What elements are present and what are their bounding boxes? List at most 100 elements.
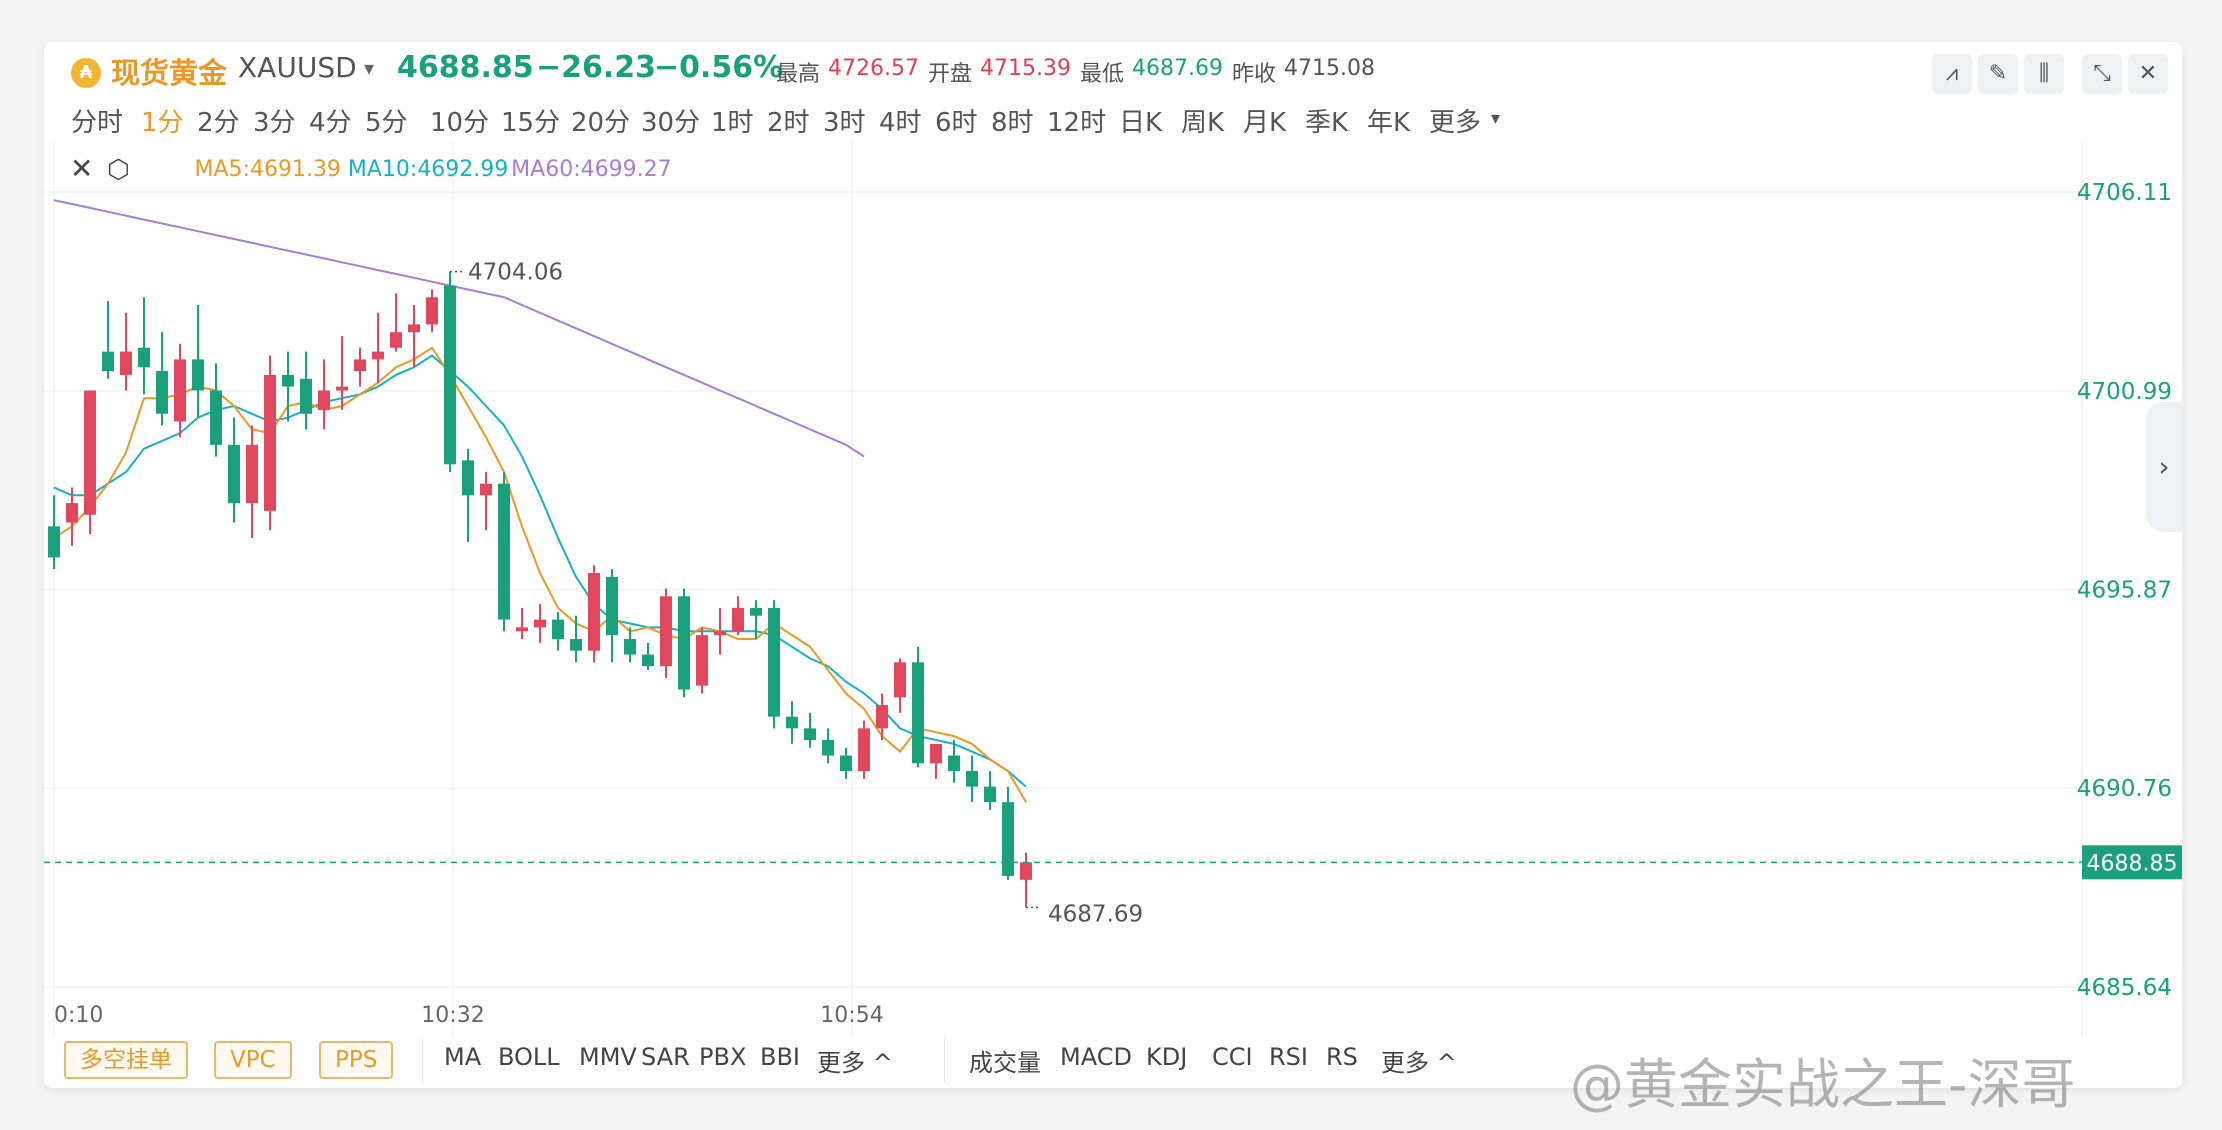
candle-body[interactable] xyxy=(912,662,924,764)
candle-body[interactable] xyxy=(534,619,546,628)
indicator-toggle-button[interactable]: VPC xyxy=(214,1041,292,1079)
period-tab[interactable]: 月K xyxy=(1243,102,1286,139)
period-tab[interactable]: 20分 xyxy=(571,102,630,139)
ma-legend-item[interactable]: MA60:4699.27 xyxy=(511,157,671,182)
candle-body[interactable] xyxy=(300,378,312,414)
period-tab[interactable]: 2时 xyxy=(767,102,810,139)
candle-body[interactable] xyxy=(192,359,204,391)
candle-body[interactable] xyxy=(1020,862,1032,880)
pencil-icon[interactable]: ✎ xyxy=(1978,54,2018,94)
period-tab[interactable]: 日K xyxy=(1119,102,1162,139)
candle-body[interactable] xyxy=(426,297,438,325)
main-indicator-item[interactable]: SAR xyxy=(641,1043,690,1071)
candle-body[interactable] xyxy=(822,739,834,756)
candle-body[interactable] xyxy=(696,635,708,686)
chevron-right-icon[interactable]: › xyxy=(2146,402,2182,532)
candle-body[interactable] xyxy=(930,743,942,764)
period-tab[interactable]: 分时 xyxy=(71,102,123,139)
main-indicator-item[interactable]: PBX xyxy=(699,1043,746,1071)
candle-body[interactable] xyxy=(1002,802,1014,876)
candle-body[interactable] xyxy=(444,285,456,465)
period-tab[interactable]: 10分 xyxy=(430,102,489,139)
chevron-down-icon[interactable]: ▾ xyxy=(1491,108,1500,129)
candle-body[interactable] xyxy=(750,607,762,616)
period-tab[interactable]: 15分 xyxy=(501,102,560,139)
candle-body[interactable] xyxy=(336,386,348,391)
candle-body[interactable] xyxy=(228,444,240,504)
sub-indicator-item[interactable]: 更多 ^ xyxy=(1381,1043,1457,1078)
period-tab[interactable]: 3时 xyxy=(823,102,866,139)
candle-body[interactable] xyxy=(984,786,996,803)
sub-indicator-item[interactable]: 成交量 xyxy=(969,1043,1041,1078)
candle-body[interactable] xyxy=(858,728,870,772)
candle-body[interactable] xyxy=(66,503,78,523)
sub-indicator-item[interactable]: RSI xyxy=(1269,1043,1308,1071)
ma-legend-item[interactable]: MA5:4691.39 xyxy=(195,157,341,182)
candle-body[interactable] xyxy=(552,619,564,640)
candle-style-icon[interactable]: ⫼ xyxy=(2024,54,2064,94)
candle-body[interactable] xyxy=(84,390,96,515)
candle-body[interactable] xyxy=(174,359,186,422)
candle-body[interactable] xyxy=(516,627,528,632)
chevron-down-icon[interactable]: ▾ xyxy=(364,56,374,80)
period-tab[interactable]: 年K xyxy=(1367,102,1410,139)
candle-body[interactable] xyxy=(462,460,474,496)
candle-body[interactable] xyxy=(678,596,690,690)
period-tab[interactable]: 更多 xyxy=(1429,102,1481,139)
symbol-name[interactable]: 现货黄金 xyxy=(111,50,227,92)
period-tab[interactable]: 4时 xyxy=(879,102,922,139)
period-tab[interactable]: 12时 xyxy=(1047,102,1106,139)
close-icon[interactable]: ✕ xyxy=(2128,54,2168,94)
settings-icon[interactable]: ⬡ xyxy=(107,155,130,185)
candle-body[interactable] xyxy=(354,359,366,372)
candle-body[interactable] xyxy=(966,771,978,787)
main-indicator-item[interactable]: BBI xyxy=(760,1043,800,1071)
sub-indicator-item[interactable]: MACD xyxy=(1060,1043,1132,1071)
candle-body[interactable] xyxy=(138,347,150,368)
candle-body[interactable] xyxy=(606,576,618,636)
candle-body[interactable] xyxy=(390,332,402,348)
candle-body[interactable] xyxy=(246,444,258,504)
candle-body[interactable] xyxy=(282,374,294,387)
candle-body[interactable] xyxy=(948,755,960,772)
collapse-icon[interactable]: ⤡ xyxy=(2082,54,2122,94)
sub-indicator-item[interactable]: KDJ xyxy=(1146,1043,1187,1071)
period-tab[interactable]: 1时 xyxy=(711,102,754,139)
candle-body[interactable] xyxy=(102,351,114,372)
period-tab[interactable]: 8时 xyxy=(991,102,1034,139)
close-icon[interactable]: ✕ xyxy=(70,152,93,185)
candle-body[interactable] xyxy=(318,390,330,410)
candle-body[interactable] xyxy=(570,639,582,651)
indicator-toggle-button[interactable]: 多空挂单 xyxy=(64,1041,188,1079)
period-tab[interactable]: 1分 xyxy=(141,102,184,139)
candle-body[interactable] xyxy=(588,572,600,651)
candle-body[interactable] xyxy=(660,596,672,667)
candle-body[interactable] xyxy=(480,483,492,496)
candle-body[interactable] xyxy=(714,631,726,636)
candle-body[interactable] xyxy=(768,607,780,717)
period-tab[interactable]: 5分 xyxy=(365,102,408,139)
candle-body[interactable] xyxy=(210,390,222,445)
period-tab[interactable]: 周K xyxy=(1181,102,1224,139)
candle-body[interactable] xyxy=(786,716,798,729)
symbol-code[interactable]: XAUUSD xyxy=(238,51,357,84)
period-tab[interactable]: 6时 xyxy=(935,102,978,139)
candle-body[interactable] xyxy=(840,755,852,772)
candle-body[interactable] xyxy=(804,728,816,740)
candle-body[interactable] xyxy=(48,526,60,558)
candle-body[interactable] xyxy=(156,371,168,414)
main-indicator-item[interactable]: MA xyxy=(444,1043,481,1071)
indicator-toggle-button[interactable]: PPS xyxy=(319,1041,394,1079)
period-tab[interactable]: 季K xyxy=(1305,102,1348,139)
candle-body[interactable] xyxy=(732,607,744,632)
period-tab[interactable]: 3分 xyxy=(253,102,296,139)
candle-body[interactable] xyxy=(876,705,888,729)
main-indicator-item[interactable]: 更多 ^ xyxy=(817,1043,893,1078)
main-indicator-item[interactable]: MMV xyxy=(579,1043,637,1071)
period-tab[interactable]: 2分 xyxy=(197,102,240,139)
candle-body[interactable] xyxy=(624,639,636,655)
period-tab[interactable]: 30分 xyxy=(641,102,700,139)
ma-legend-item[interactable]: MA10:4692.99 xyxy=(348,157,508,182)
main-indicator-item[interactable]: BOLL xyxy=(498,1043,560,1071)
candle-body[interactable] xyxy=(894,662,906,698)
